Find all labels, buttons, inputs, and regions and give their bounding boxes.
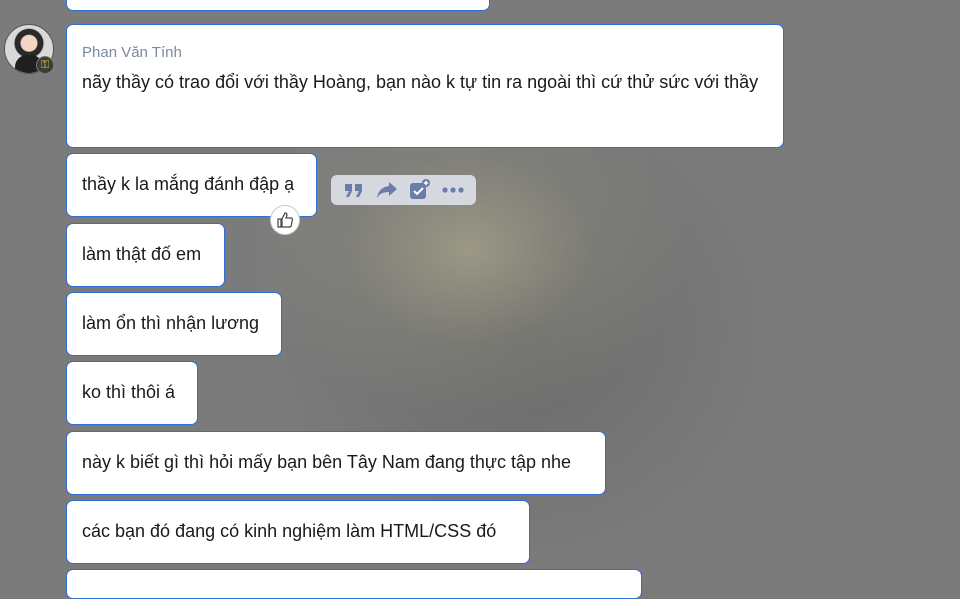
- message-text: nãy thầy có trao đổi với thầy Hoàng, bạn…: [82, 72, 759, 92]
- previous-message-bubble[interactable]: [66, 0, 490, 11]
- more-icon[interactable]: [441, 178, 465, 202]
- quote-icon[interactable]: [342, 178, 366, 202]
- add-task-icon[interactable]: [408, 178, 432, 202]
- next-message-bubble[interactable]: [66, 569, 642, 599]
- sender-name[interactable]: Phan Văn Tính: [82, 44, 768, 62]
- key-icon: ⚿: [36, 56, 54, 74]
- message-text: các bạn đó đang có kinh nghiệm làm HTML/…: [82, 521, 497, 541]
- message-bubble[interactable]: ko thì thôi á: [66, 361, 198, 425]
- message-text: ko thì thôi á: [82, 382, 176, 402]
- message-text: làm thật đố em: [82, 244, 202, 264]
- message-text: làm ổn thì nhận lương: [82, 313, 259, 333]
- message-bubble[interactable]: Phan Văn Tính nãy thầy có trao đổi với t…: [66, 24, 784, 148]
- message-actions-toolbar: [331, 175, 476, 205]
- message-bubble[interactable]: này k biết gì thì hỏi mấy bạn bên Tây Na…: [66, 431, 606, 495]
- thumbs-up-icon[interactable]: [270, 205, 300, 235]
- message-bubble[interactable]: các bạn đó đang có kinh nghiệm làm HTML/…: [66, 500, 530, 564]
- message-bubble[interactable]: làm thật đố em: [66, 223, 225, 287]
- message-text: thầy k la mắng đánh đập ạ: [82, 174, 295, 194]
- message-text: này k biết gì thì hỏi mấy bạn bên Tây Na…: [82, 452, 572, 472]
- message-bubble[interactable]: làm ổn thì nhận lương: [66, 292, 282, 356]
- forward-icon[interactable]: [375, 178, 399, 202]
